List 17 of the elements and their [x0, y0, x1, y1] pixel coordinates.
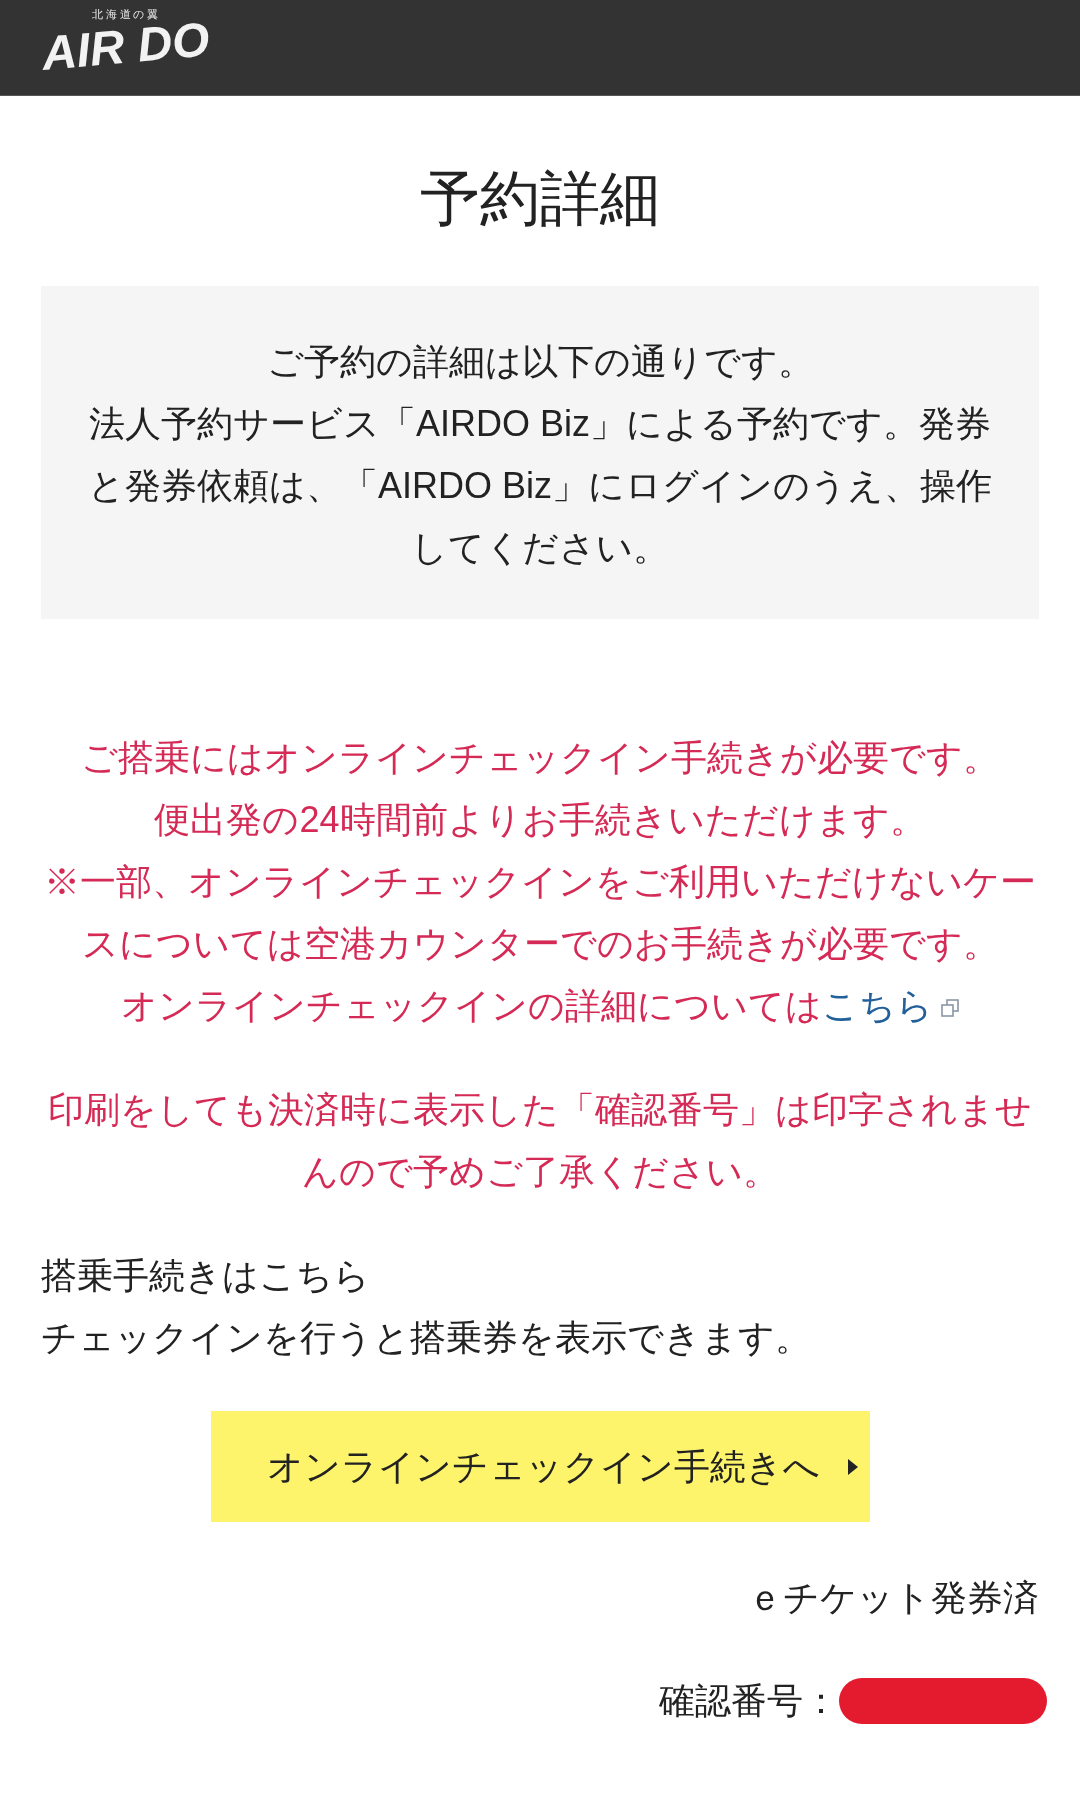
checkin-description: チェックインを行うと搭乗券を表示できます。	[41, 1316, 812, 1360]
notice-text: オンラインチェックインの詳細については こちら	[121, 975, 959, 1037]
summary-text: 法人予約サービス「AIRDO Biz」による予約です。発券と発券依頼は、「AIRDO Biz」にログインのうえ、操作してください。	[87, 402, 993, 570]
external-link-icon	[941, 999, 959, 1018]
caret-icon	[847, 1458, 858, 1475]
ticket-status: ｅチケット発券済	[746, 1576, 1039, 1620]
confirmation-label: 確認番号：	[659, 1679, 839, 1723]
print-notice-text: 印刷をしても決済時に表示した「確認番号」は印字されませんので予めご了承ください。	[47, 1088, 1033, 1194]
notice-text: 便出発の24時間前よりお手続きいただけます。	[154, 798, 926, 842]
summary-text: ご予約の詳細は以下の通りです。	[266, 340, 814, 384]
details-link[interactable]: こちら	[822, 985, 959, 1026]
logo-tagline: 北海道の翼	[92, 7, 162, 22]
notice-text: ご搭乗にはオンラインチェックイン手続きが必要です。	[81, 736, 999, 780]
notice-text: ※一部、オンラインチェックインをご利用いただけないケースについては空港カウンターでのお手続きが必要です。	[43, 860, 1037, 966]
online-checkin-button[interactable]: オンラインチェックイン手続きへ	[210, 1411, 870, 1522]
checkin-heading: 搭乗手続きはこちら	[41, 1254, 371, 1298]
page-title: 予約詳細	[419, 164, 661, 234]
